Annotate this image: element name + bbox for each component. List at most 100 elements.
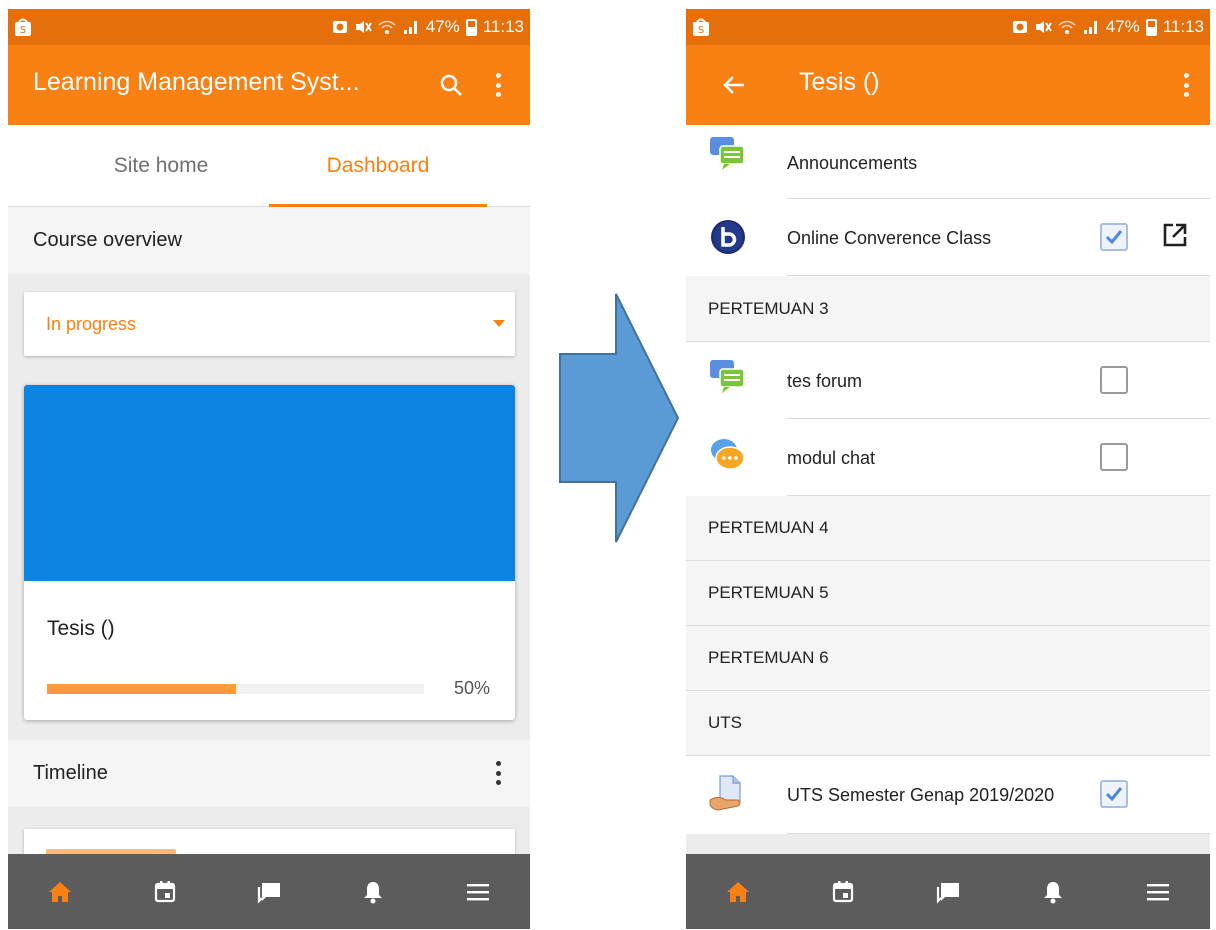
nav-home[interactable] <box>8 854 112 929</box>
alarm-icon <box>332 21 347 33</box>
activity-label: modul chat <box>787 448 876 468</box>
dropdown-caret-icon <box>493 320 505 327</box>
activity-label: UTS Semester Genap 2019/2020 <box>787 785 1055 805</box>
arrow-back-icon <box>723 76 744 94</box>
search-icon <box>440 74 462 96</box>
bottom-nav <box>686 854 1210 929</box>
nav-calendar[interactable] <box>791 854 896 929</box>
activity-online-conference[interactable]: Online Converence Class <box>686 199 1210 276</box>
completion-checkbox[interactable] <box>1100 780 1128 808</box>
more-vert-icon <box>495 73 501 97</box>
shop-icon: S <box>693 18 709 36</box>
checkmark-icon <box>1105 787 1123 802</box>
battery-icon <box>465 18 477 36</box>
tab-dashboard[interactable]: Dashboard <box>269 125 487 207</box>
nav-notifications[interactable] <box>321 854 425 929</box>
mute-icon <box>1035 21 1052 33</box>
assignment-icon <box>709 775 741 811</box>
overflow-menu-button[interactable] <box>478 65 518 105</box>
battery-percent: 47% <box>425 17 460 36</box>
phone-dashboard: S 47% 11:13 Learning Management Syst... … <box>8 9 530 929</box>
menu-icon <box>1146 883 1169 900</box>
nav-more[interactable] <box>426 854 530 929</box>
phone-course: S 47% 11:13 Tesis () Announcements Onlin… <box>686 9 1210 929</box>
course-card[interactable]: Tesis () 50% <box>24 385 515 720</box>
calendar-icon <box>833 880 854 902</box>
row-divider <box>787 833 1210 834</box>
messages-icon <box>257 882 281 904</box>
course-filter-value: In progress <box>46 313 137 334</box>
calendar-icon <box>154 880 175 902</box>
section-pertemuan-5[interactable]: PERTEMUAN 5 <box>686 561 1210 626</box>
clock: 11:13 <box>1162 17 1204 36</box>
timeline-options-button[interactable] <box>486 761 510 789</box>
activity-uts-semester[interactable]: UTS Semester Genap 2019/2020 <box>686 756 1210 834</box>
section-pertemuan-6[interactable]: PERTEMUAN 6 <box>686 626 1210 691</box>
course-progress-bar <box>47 684 424 694</box>
bottom-nav <box>8 854 530 929</box>
section-pertemuan-3[interactable]: PERTEMUAN 3 <box>686 276 1210 342</box>
open-external-icon[interactable] <box>1162 222 1188 248</box>
more-vert-icon <box>495 761 501 785</box>
activity-label: Announcements <box>787 153 918 173</box>
course-banner <box>24 385 515 581</box>
course-overview-heading: Course overview <box>8 207 530 274</box>
status-bar: S 47% 11:13 <box>8 9 530 45</box>
course-filter-select[interactable]: In progress <box>24 292 515 356</box>
tab-site-home[interactable]: Site home <box>52 125 270 207</box>
timeline-title: Timeline <box>33 762 108 784</box>
signal-icon <box>403 21 417 34</box>
clock: 11:13 <box>482 17 524 36</box>
completion-checkbox[interactable] <box>1100 366 1128 394</box>
overflow-menu-button[interactable] <box>1166 65 1206 105</box>
wifi-icon <box>378 20 396 34</box>
notifications-icon <box>1043 881 1062 903</box>
transition-arrow <box>559 293 680 543</box>
mute-icon <box>355 21 372 33</box>
alarm-icon <box>1012 21 1027 33</box>
home-icon <box>727 881 750 902</box>
nav-messages[interactable] <box>896 854 1001 929</box>
activity-tes-forum[interactable]: tes forum <box>686 342 1210 419</box>
wifi-icon <box>1058 20 1076 34</box>
svg-text:S: S <box>20 25 26 36</box>
signal-icon <box>1083 21 1097 34</box>
section-uts[interactable]: UTS <box>686 691 1210 756</box>
course-progress-label: 50% <box>453 678 490 698</box>
chat-icon <box>711 439 745 470</box>
activity-label: Online Converence Class <box>787 228 992 248</box>
nav-home[interactable] <box>686 854 791 929</box>
nav-notifications[interactable] <box>1000 854 1105 929</box>
search-button[interactable] <box>431 65 471 105</box>
svg-text:S: S <box>698 25 704 36</box>
course-title: Tesis () <box>799 68 880 96</box>
messages-icon <box>936 882 959 904</box>
nav-calendar[interactable] <box>112 854 216 929</box>
app-bar: Learning Management Syst... <box>8 45 530 125</box>
checkmark-icon <box>1105 230 1123 245</box>
home-icon <box>49 881 72 902</box>
shop-icon: S <box>15 18 31 36</box>
completion-checkbox[interactable] <box>1100 443 1128 471</box>
more-vert-icon <box>1183 73 1189 97</box>
forum-icon <box>710 360 745 393</box>
activity-announcements[interactable]: Announcements <box>686 125 1210 199</box>
back-button[interactable] <box>714 65 754 105</box>
battery-percent: 47% <box>1105 17 1140 36</box>
activity-label: tes forum <box>787 371 863 391</box>
activity-modul-chat[interactable]: modul chat <box>686 419 1210 496</box>
timeline-heading: Timeline <box>8 740 530 807</box>
nav-messages[interactable] <box>217 854 321 929</box>
bigbluebutton-icon <box>711 220 745 254</box>
nav-more[interactable] <box>1105 854 1210 929</box>
notifications-icon <box>364 881 383 903</box>
app-title: Learning Management Syst... <box>33 68 360 96</box>
app-bar: Tesis () <box>686 45 1210 125</box>
course-title: Tesis () <box>47 617 115 640</box>
forum-icon <box>710 137 745 170</box>
battery-icon <box>1145 18 1157 36</box>
section-pertemuan-4[interactable]: PERTEMUAN 4 <box>686 496 1210 561</box>
course-content-list: Announcements Online Converence Class PE… <box>686 125 1210 854</box>
tab-bar: Site home Dashboard <box>8 125 530 207</box>
completion-checkbox[interactable] <box>1100 223 1128 251</box>
